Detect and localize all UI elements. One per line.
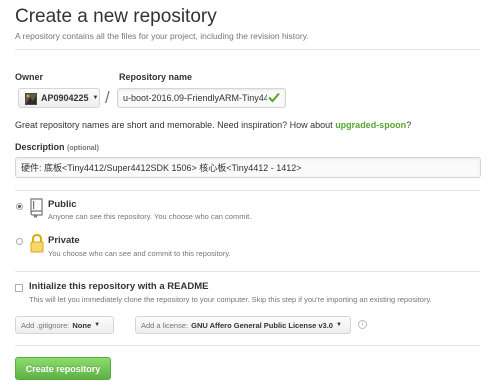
check-icon bbox=[267, 90, 281, 104]
readme-checkbox[interactable] bbox=[15, 284, 23, 292]
public-title: Public bbox=[48, 199, 77, 210]
private-radio[interactable] bbox=[16, 238, 23, 245]
divider bbox=[15, 190, 480, 191]
caret-down-icon: ▼ bbox=[92, 95, 99, 101]
suggestion-end: ? bbox=[406, 120, 412, 130]
description-input[interactable] bbox=[15, 157, 481, 178]
gitignore-prefix: Add .gitignore: bbox=[21, 320, 70, 330]
page-title: Create a new repository bbox=[15, 6, 217, 27]
private-title: Private bbox=[48, 235, 80, 246]
page-subtitle: A repository contains all the files for … bbox=[15, 31, 309, 41]
owner-repo-separator: / bbox=[105, 88, 110, 107]
license-dropdown[interactable]: Add a license: GNU Affero General Public… bbox=[135, 316, 351, 334]
repo-book-icon bbox=[29, 198, 45, 223]
owner-label: Owner bbox=[15, 72, 44, 82]
gitignore-dropdown[interactable]: Add .gitignore: None ▼ bbox=[15, 316, 114, 334]
description-label: Description (optional) bbox=[15, 142, 99, 152]
divider bbox=[15, 345, 480, 346]
suggestion-text: Great repository names are short and mem… bbox=[15, 120, 333, 130]
license-value: GNU Affero General Public License v3.0 bbox=[191, 320, 333, 330]
caret-down-icon: ▼ bbox=[94, 322, 101, 328]
lock-icon bbox=[29, 233, 45, 258]
repo-name-label: Repository name bbox=[119, 72, 193, 82]
repo-name-input[interactable] bbox=[117, 88, 286, 108]
name-suggestion: Great repository names are short and mem… bbox=[15, 120, 411, 130]
public-radio[interactable] bbox=[16, 203, 23, 210]
divider bbox=[15, 49, 480, 50]
avatar bbox=[25, 92, 37, 105]
info-icon[interactable]: i bbox=[358, 320, 367, 329]
private-note: You choose who can see and commit to thi… bbox=[48, 249, 231, 258]
owner-value: AP0904225 bbox=[41, 93, 89, 103]
suggested-name-link[interactable]: upgraded-spoon bbox=[335, 120, 406, 130]
public-note: Anyone can see this repository. You choo… bbox=[48, 212, 252, 221]
optional-note: (optional) bbox=[67, 145, 99, 152]
caret-down-icon: ▼ bbox=[335, 322, 342, 328]
license-prefix: Add a license: bbox=[141, 320, 189, 330]
description-label-text: Description bbox=[15, 142, 65, 152]
gitignore-value: None bbox=[72, 320, 92, 330]
divider bbox=[15, 271, 480, 272]
readme-note: This will let you immediately clone the … bbox=[29, 295, 432, 304]
readme-title: Initialize this repository with a README bbox=[29, 281, 209, 292]
owner-dropdown[interactable]: AP0904225 ▼ bbox=[18, 88, 100, 108]
create-repository-button[interactable]: Create repository bbox=[15, 357, 111, 380]
